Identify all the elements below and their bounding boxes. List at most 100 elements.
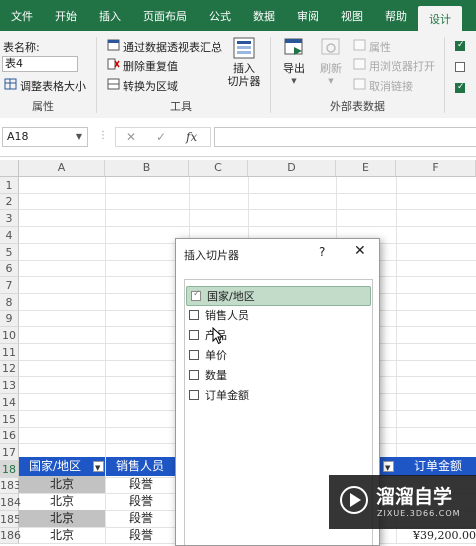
header-row-checkbox[interactable] xyxy=(455,40,465,51)
column-header-c[interactable]: C xyxy=(189,160,248,176)
row-header-selected[interactable]: 18 xyxy=(0,461,19,478)
table-header-e[interactable] xyxy=(378,457,398,476)
cancel-icon[interactable]: ✕ xyxy=(126,130,136,144)
export-button[interactable]: 导出 ▼ xyxy=(280,37,308,88)
banded-rows-checkbox[interactable] xyxy=(455,82,465,93)
tab-view[interactable]: 视图 xyxy=(330,0,374,31)
row-header[interactable]: 10 xyxy=(0,327,19,344)
field-checkbox[interactable] xyxy=(191,289,201,301)
row-header[interactable]: 3 xyxy=(0,210,19,227)
row-header[interactable]: 7 xyxy=(0,277,19,294)
field-item-price[interactable]: 单价 xyxy=(189,346,227,364)
refresh-button[interactable]: 刷新 ▼ xyxy=(316,37,346,88)
watermark-title: 溜溜自学 xyxy=(376,486,453,508)
formula-input[interactable] xyxy=(214,127,476,147)
enter-icon[interactable]: ✓ xyxy=(156,130,166,144)
row-header[interactable]: 12 xyxy=(0,361,19,377)
tab-design[interactable]: 设计 xyxy=(418,6,462,31)
field-checkbox[interactable] xyxy=(189,310,199,320)
column-header-d[interactable]: D xyxy=(248,160,336,176)
cell-country[interactable]: 北京 xyxy=(19,510,105,527)
cell-sales[interactable]: 段誉 xyxy=(106,476,176,493)
column-header-f[interactable]: F xyxy=(396,160,476,176)
tab-home[interactable]: 开始 xyxy=(44,0,88,31)
tab-help[interactable]: 帮助 xyxy=(374,0,418,31)
field-checkbox[interactable] xyxy=(189,370,199,380)
field-label: 订单金额 xyxy=(205,389,249,402)
formula-bar: A18 ▼ ⋮ ✕ ✓ fx xyxy=(0,118,476,157)
field-item-quantity[interactable]: 数量 xyxy=(189,366,227,384)
row-header[interactable]: 185 xyxy=(0,511,21,528)
summarize-pivot-button[interactable]: 通过数据透视表汇总 xyxy=(123,39,222,55)
cell-sales[interactable]: 段誉 xyxy=(106,493,176,510)
formula-bar-grip[interactable]: ⋮ xyxy=(98,130,109,141)
tab-page-layout[interactable]: 页面布局 xyxy=(132,0,198,31)
properties-group-label: 属性 xyxy=(32,100,54,113)
row-header[interactable]: 17 xyxy=(0,444,19,461)
name-box[interactable]: A18 ▼ xyxy=(2,127,88,147)
filter-dropdown-icon[interactable] xyxy=(93,459,104,476)
field-item-sales[interactable]: 销售人员 xyxy=(189,306,249,324)
row-header[interactable]: 4 xyxy=(0,227,19,244)
row-header[interactable]: 15 xyxy=(0,411,19,428)
open-in-browser-button[interactable]: 用浏览器打开 xyxy=(369,58,435,74)
total-row-checkbox[interactable] xyxy=(455,62,465,72)
field-checkbox[interactable] xyxy=(189,330,199,340)
row-header[interactable]: 11 xyxy=(0,344,19,361)
remove-duplicates-button[interactable]: 删除重复值 xyxy=(123,58,178,74)
convert-to-range-button[interactable]: 转换为区域 xyxy=(123,78,178,94)
row-header[interactable]: 14 xyxy=(0,394,19,411)
filter-dropdown-icon[interactable] xyxy=(383,459,394,476)
row-header[interactable]: 1 xyxy=(0,177,19,194)
cell-country[interactable]: 北京 xyxy=(19,527,105,544)
column-header-e[interactable]: E xyxy=(336,160,396,176)
group-separator xyxy=(96,37,97,113)
insert-function-icon[interactable]: fx xyxy=(186,130,197,144)
insert-slicer-button[interactable]: 插入 切片器 xyxy=(226,37,262,88)
cell-sales[interactable]: 段誉 xyxy=(106,527,176,544)
table-name-input[interactable]: 表4 xyxy=(2,56,78,72)
table-header-amount[interactable]: 订单金额 xyxy=(398,457,476,476)
resize-table-button[interactable]: 调整表格大小 xyxy=(20,78,86,94)
field-checkbox[interactable] xyxy=(189,390,199,400)
select-all-corner[interactable] xyxy=(0,160,19,176)
name-box-dropdown-icon[interactable]: ▼ xyxy=(76,128,82,146)
field-checkbox[interactable] xyxy=(189,350,199,360)
convert-to-range-icon xyxy=(107,78,120,90)
mouse-cursor-icon xyxy=(212,327,224,345)
field-item-country[interactable]: 国家/地区 xyxy=(186,286,371,306)
row-header[interactable]: 16 xyxy=(0,428,19,444)
row-header[interactable]: 8 xyxy=(0,294,19,311)
help-icon[interactable]: ? xyxy=(319,245,325,259)
gridline xyxy=(19,209,476,210)
cell-country[interactable]: 北京 xyxy=(19,476,105,493)
tab-formulas[interactable]: 公式 xyxy=(198,0,242,31)
row-header[interactable]: 184 xyxy=(0,494,21,511)
cell-sales[interactable]: 段誉 xyxy=(106,510,176,527)
export-label: 导出 xyxy=(283,62,305,75)
table-header-sales[interactable]: 销售人员 xyxy=(106,457,176,476)
field-item-amount[interactable]: 订单金额 xyxy=(189,386,249,404)
row-header[interactable]: 183 xyxy=(0,478,21,494)
cell-country[interactable]: 北京 xyxy=(19,493,105,510)
table-header-amount-label: 订单金额 xyxy=(414,459,463,473)
tab-insert[interactable]: 插入 xyxy=(88,0,132,31)
row-header[interactable]: 5 xyxy=(0,244,19,261)
tab-data[interactable]: 数据 xyxy=(242,0,286,31)
export-icon xyxy=(284,38,303,55)
close-icon[interactable]: ✕ xyxy=(354,243,366,259)
unlink-button[interactable]: 取消链接 xyxy=(369,78,413,94)
name-box-value: A18 xyxy=(7,130,29,143)
table-header-country[interactable]: 国家/地区 xyxy=(19,457,105,476)
row-header[interactable]: 9 xyxy=(0,311,19,327)
cell-amount[interactable]: ¥39,200.00 xyxy=(400,527,476,544)
row-header[interactable]: 2 xyxy=(0,194,19,210)
properties-button[interactable]: 属性 xyxy=(369,39,391,55)
row-header[interactable]: 186 xyxy=(0,528,21,544)
column-header-a[interactable]: A xyxy=(19,160,105,176)
row-header[interactable]: 13 xyxy=(0,377,19,394)
tab-file[interactable]: 文件 xyxy=(0,0,44,31)
tab-review[interactable]: 审阅 xyxy=(286,0,330,31)
column-header-b[interactable]: B xyxy=(105,160,189,176)
row-header[interactable]: 6 xyxy=(0,261,19,277)
